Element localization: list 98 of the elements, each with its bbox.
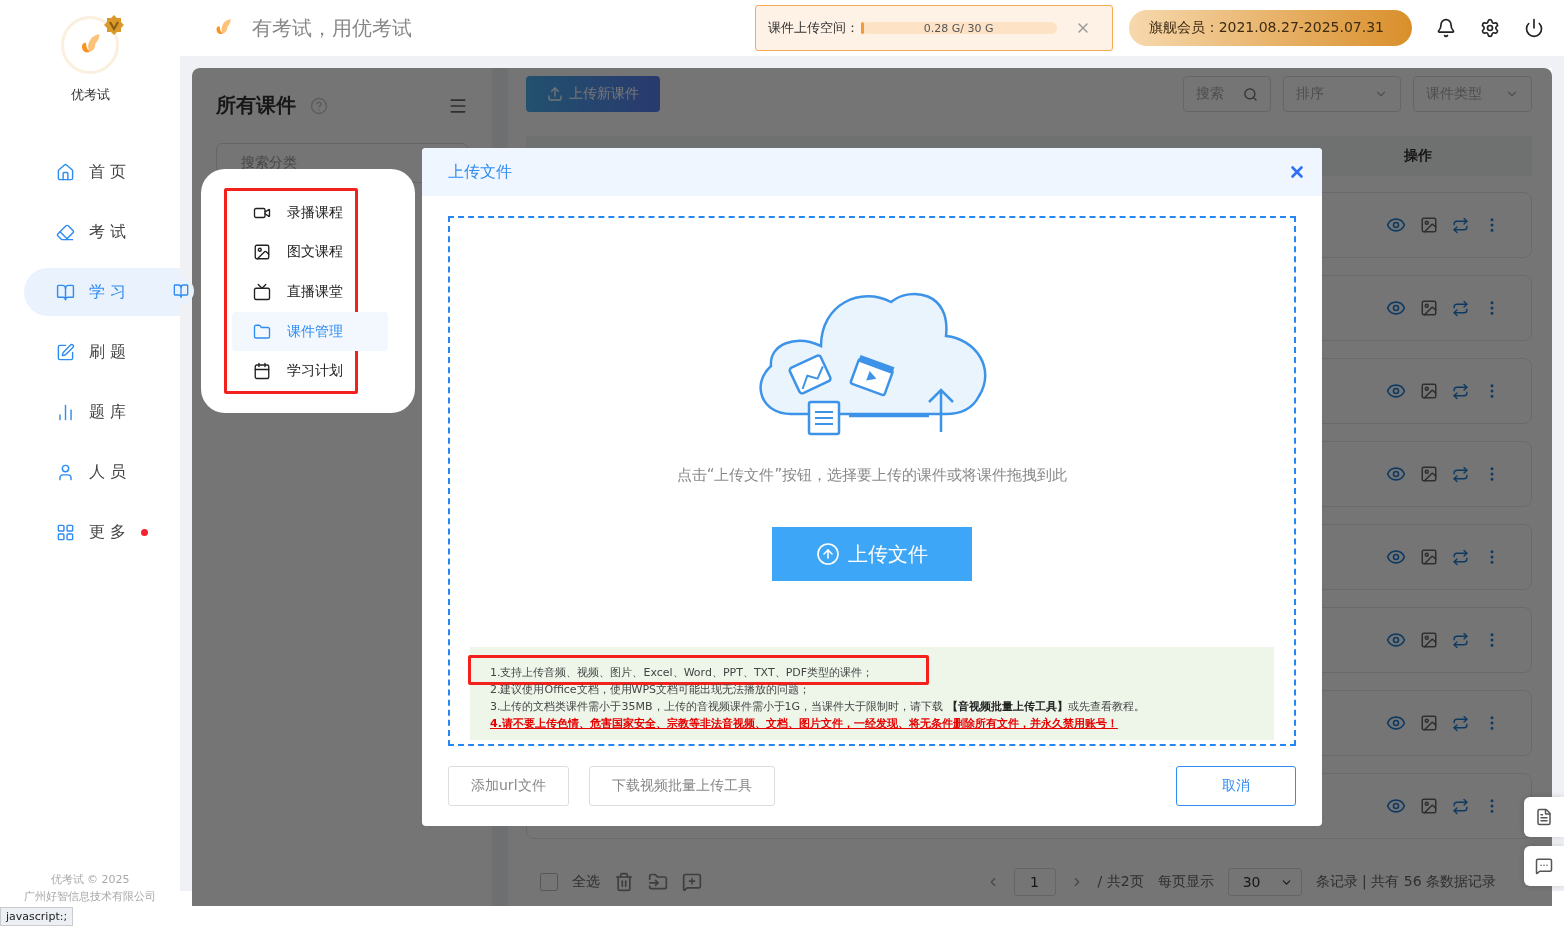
vip-badge-icon (103, 14, 125, 36)
nav-item[interactable]: 人员 (24, 448, 180, 496)
nav-label: 题库 (89, 401, 131, 423)
nav-label: 更多 (89, 521, 131, 543)
cancel-button[interactable]: 取消 (1176, 766, 1296, 806)
submenu-item[interactable]: 课件管理 (232, 311, 388, 352)
eye-icon[interactable] (1386, 381, 1406, 401)
secondary-button[interactable]: 下载视频批量上传工具 (588, 766, 775, 806)
image-icon[interactable] (1420, 631, 1438, 649)
power-icon[interactable] (1524, 18, 1544, 38)
image-icon[interactable] (1420, 216, 1438, 234)
nav-label: 考试 (89, 221, 131, 243)
book-icon (56, 282, 75, 302)
repeat-icon[interactable] (1452, 216, 1469, 234)
membership-badge: 旗舰会员：2021.08.27-2025.07.31 (1128, 10, 1412, 46)
bell-icon[interactable] (1436, 18, 1456, 38)
eye-icon[interactable] (1386, 547, 1406, 567)
book-icon (173, 283, 189, 299)
submenu-item[interactable]: 学习计划 (232, 351, 360, 391)
brand-name: 优考试 (70, 86, 110, 104)
checkbox[interactable] (540, 873, 558, 891)
home-icon (56, 162, 75, 182)
note-text: 1.支持上传音频、视频、图片、Excel、Word、PPT、TXT、PDF类型的课件； (490, 666, 874, 679)
copyright-text: 优考试 © 2025 (50, 872, 130, 887)
search-icon (1243, 86, 1258, 102)
slogan: 有考试，用优考试 (252, 14, 412, 42)
eye-icon[interactable] (1386, 713, 1406, 733)
panel-title: 所有课件 (216, 92, 296, 119)
square-pen-icon (56, 342, 75, 362)
copyright-text: 广州好智信息技术有限公司 (24, 889, 156, 904)
grid-icon (56, 522, 75, 542)
select-all-label[interactable]: 全选 (572, 873, 600, 891)
submenu-item[interactable]: 录播课程 (232, 193, 360, 233)
repeat-icon[interactable] (1452, 299, 1469, 317)
note-text: 3.上传的文档类课件需小于35MB，上传的音视频课件需小于1G，当课件大于限制时，请下载 【音视频批量上传工具】或先查看教程。 (490, 699, 1145, 715)
folder-icon[interactable] (648, 872, 668, 892)
eye-icon[interactable] (1386, 464, 1406, 484)
nav-item[interactable]: 题库 (24, 388, 180, 436)
nav-label: 人员 (89, 461, 131, 483)
secondary-button[interactable]: 添加url文件 (448, 766, 569, 806)
image-icon[interactable] (1420, 382, 1438, 400)
bar-chart-icon (56, 402, 75, 422)
nav-label: 首页 (89, 161, 131, 183)
chat-icon (1535, 857, 1553, 875)
nav-label: 学习 (89, 281, 131, 303)
drop-zone[interactable] (448, 216, 1296, 746)
settings-icon[interactable] (1480, 18, 1500, 38)
submenu-item[interactable]: 直播课堂 (232, 272, 360, 312)
upload-icon (547, 86, 563, 102)
document-icon (1535, 808, 1553, 826)
nav-label: 刷题 (89, 341, 131, 363)
nav-item[interactable]: 首页 (24, 148, 180, 196)
nav-item[interactable]: 考试 (24, 208, 180, 256)
image-icon (253, 243, 271, 262)
repeat-icon[interactable] (1452, 465, 1469, 483)
repeat-icon[interactable] (1452, 631, 1469, 649)
close-button[interactable] (1288, 163, 1306, 181)
image-icon[interactable] (1420, 714, 1438, 732)
chat-button[interactable] (1524, 846, 1564, 886)
folder-icon (253, 322, 271, 341)
per-page-dropdown[interactable]: 30 (1227, 868, 1302, 896)
submenu-item[interactable]: 图文课程 (232, 232, 360, 273)
user-icon (56, 462, 75, 482)
image-icon[interactable] (1420, 465, 1438, 483)
upload-courseware-button[interactable]: 上传新课件 (526, 76, 660, 112)
nav-item[interactable]: 更多 (24, 508, 180, 556)
tv-icon (253, 283, 271, 301)
eye-icon[interactable] (1386, 298, 1406, 318)
nav-item[interactable]: 学习 (24, 268, 180, 316)
eye-icon[interactable] (1386, 630, 1406, 650)
record-count: 条记录 | 共有 56 条数据记录 (1315, 873, 1496, 891)
eraser-icon (56, 222, 75, 242)
repeat-icon[interactable] (1452, 548, 1469, 566)
trash-icon[interactable] (614, 872, 634, 892)
document-button[interactable] (1524, 797, 1564, 837)
per-page-label: 每页显示 (1157, 873, 1214, 891)
calendar-icon (253, 362, 271, 381)
eye-icon[interactable] (1386, 796, 1406, 816)
drop-hint: 点击“上传文件”按钮，选择要上传的课件或将课件拖拽到此 (676, 466, 1068, 485)
repeat-icon[interactable] (1452, 382, 1469, 400)
upload-file-button[interactable]: 上传文件 (772, 527, 972, 581)
repeat-icon[interactable] (1452, 714, 1469, 732)
comment-plus-icon[interactable] (682, 872, 702, 892)
eye-icon[interactable] (1386, 215, 1406, 235)
repeat-icon[interactable] (1452, 797, 1469, 815)
upload-icon (816, 542, 840, 566)
nav-item[interactable]: 刷题 (24, 328, 180, 376)
storage-label: 课件上传空间： (767, 19, 859, 37)
image-icon[interactable] (1420, 548, 1438, 566)
note-text: 2.建议使用Office文档，使用WPS文档可能出现无法播放的问题； (490, 682, 811, 698)
column-header: 操作 (1404, 147, 1432, 165)
page-field[interactable]: 1 (1013, 868, 1056, 896)
storage-reading: 0.28 G/ 30 G (923, 21, 994, 35)
status-bar: javascript:; (0, 907, 74, 926)
page-count: / 共2页 (1097, 873, 1144, 891)
note-text: 4.请不要上传色情、危害国家安全、宗教等非法音视频、文档、图片文件，一经发现、将无条件删除所有文件，并永久禁用账号！ (490, 716, 1118, 732)
image-icon[interactable] (1420, 299, 1438, 317)
image-icon[interactable] (1420, 797, 1438, 815)
